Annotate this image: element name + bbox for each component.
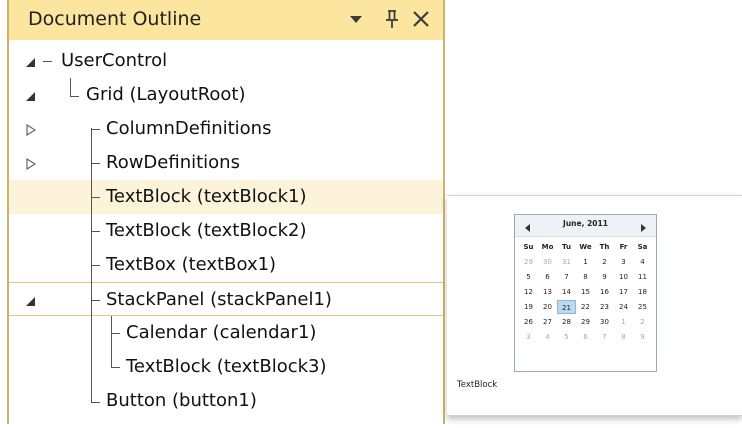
tree-node-label: TextBlock (textBlock3) <box>126 356 327 377</box>
calendar-day[interactable]: 6 <box>576 330 595 344</box>
tree-node-calendar1[interactable]: Calendar (calendar1) <box>9 316 443 350</box>
calendar-day[interactable]: 5 <box>519 270 538 284</box>
day-of-week-label: Fr <box>619 243 628 251</box>
tree-node-textblock1[interactable]: TextBlock (textBlock1) <box>9 180 443 214</box>
tree-node-label: RowDefinitions <box>106 152 240 173</box>
tree-node-button1[interactable]: Button (button1) <box>9 384 443 418</box>
calendar-day[interactable]: 11 <box>633 270 652 284</box>
tree-node-label: Calendar (calendar1) <box>126 322 317 343</box>
calendar-day[interactable]: 16 <box>595 285 614 299</box>
calendar-day[interactable]: 23 <box>595 300 614 314</box>
tree-node-label: TextBlock (textBlock1) <box>106 186 307 207</box>
calendar-day[interactable]: 29 <box>519 255 538 269</box>
day-of-week-label: Sa <box>637 243 648 251</box>
dropdown-arrow-icon[interactable] <box>347 7 365 31</box>
calendar-day[interactable]: 9 <box>633 330 652 344</box>
calendar-day[interactable]: 17 <box>614 285 633 299</box>
calendar-day[interactable]: 12 <box>519 285 538 299</box>
close-icon[interactable] <box>409 7 433 31</box>
calendar-day[interactable]: 6 <box>538 270 557 284</box>
expanded-triangle-icon[interactable] <box>25 88 37 102</box>
calendar-day[interactable]: 28 <box>557 315 576 329</box>
calendar-day[interactable]: 26 <box>519 315 538 329</box>
calendar-day[interactable]: 15 <box>576 285 595 299</box>
day-of-week-label: Tu <box>562 243 571 251</box>
tree-guide-line <box>91 402 100 403</box>
tree-guide-line <box>111 316 112 368</box>
tree-node-label: ColumnDefinitions <box>106 118 272 139</box>
calendar-day[interactable]: 7 <box>595 330 614 344</box>
tree-node-usercontrol[interactable]: UserControl <box>9 44 443 78</box>
calendar-day[interactable]: 30 <box>538 255 557 269</box>
calendar-day[interactable]: 31 <box>557 255 576 269</box>
calendar-control[interactable]: June, 2011 Su Mo Tu We Th Fr Sa 29 30 31 1 2 3 4 5 6 7 8 9… <box>514 214 657 372</box>
day-of-week-label: Mo <box>541 243 554 251</box>
tree-guide-line <box>91 128 92 402</box>
calendar-day[interactable]: 8 <box>576 270 595 284</box>
calendar-day[interactable]: 27 <box>538 315 557 329</box>
calendar-day[interactable]: 1 <box>614 315 633 329</box>
calendar-day[interactable]: 29 <box>576 315 595 329</box>
calendar-day[interactable]: 22 <box>576 300 595 314</box>
textblock-preview: TextBlock <box>457 380 498 390</box>
day-of-week-label: Th <box>599 243 610 251</box>
collapsed-triangle-icon[interactable] <box>25 156 37 171</box>
calendar-day[interactable]: 14 <box>557 285 576 299</box>
calendar-day[interactable]: 2 <box>595 255 614 269</box>
calendar-day[interactable]: 3 <box>519 330 538 344</box>
pin-icon[interactable] <box>383 7 401 31</box>
expanded-triangle-icon[interactable] <box>25 293 37 307</box>
calendar-day[interactable]: 25 <box>633 300 652 314</box>
collapsed-triangle-icon[interactable] <box>25 122 37 137</box>
calendar-day[interactable]: 8 <box>614 330 633 344</box>
calendar-day[interactable]: 20 <box>538 300 557 314</box>
tree-node-textblock3[interactable]: TextBlock (textBlock3) <box>9 350 443 384</box>
calendar-day[interactable]: 18 <box>633 285 652 299</box>
calendar-day[interactable]: 7 <box>557 270 576 284</box>
tree-node-label: Grid (LayoutRoot) <box>86 84 246 105</box>
calendar-day[interactable]: 9 <box>595 270 614 284</box>
calendar-day[interactable]: 3 <box>614 255 633 269</box>
tree-node-textbox1[interactable]: TextBox (textBox1) <box>9 248 443 282</box>
tree-node-label: StackPanel (stackPanel1) <box>106 289 332 310</box>
calendar-day[interactable]: 19 <box>519 300 538 314</box>
design-surface[interactable]: June, 2011 Su Mo Tu We Th Fr Sa 29 30 31 1 2 3 4 5 6 7 8 9… <box>447 195 742 416</box>
document-outline-panel: Document Outline UserControl Grid (Layou… <box>7 0 445 424</box>
calendar-day[interactable]: 5 <box>557 330 576 344</box>
calendar-day[interactable]: 10 <box>614 270 633 284</box>
tree-node-columndefinitions[interactable]: ColumnDefinitions <box>9 112 443 146</box>
tree-node-grid-layoutroot[interactable]: Grid (LayoutRoot) <box>9 78 443 112</box>
day-of-week-label: We <box>579 243 592 251</box>
tree-node-label: TextBox (textBox1) <box>106 254 277 275</box>
tree-node-rowdefinitions[interactable]: RowDefinitions <box>9 146 443 180</box>
calendar-day[interactable]: 4 <box>538 330 557 344</box>
next-month-icon[interactable] <box>638 219 648 232</box>
panel-title: Document Outline <box>28 8 202 30</box>
tree-node-label: Button (button1) <box>106 390 257 411</box>
calendar-day[interactable]: 21 <box>557 300 576 314</box>
expanded-triangle-icon[interactable] <box>25 54 37 68</box>
calendar-month-title: June, 2011 <box>563 219 608 228</box>
calendar-day[interactable]: 4 <box>633 255 652 269</box>
calendar-day[interactable]: 2 <box>633 315 652 329</box>
calendar-day[interactable]: 30 <box>595 315 614 329</box>
calendar-day[interactable]: 13 <box>538 285 557 299</box>
tree-node-label: UserControl <box>61 50 168 71</box>
tree-node-label: TextBlock (textBlock2) <box>106 220 307 241</box>
calendar-header: June, 2011 <box>515 215 656 237</box>
panel-header: Document Outline <box>9 0 443 40</box>
tree-node-textblock2[interactable]: TextBlock (textBlock2) <box>9 214 443 248</box>
tree-node-stackpanel1[interactable]: StackPanel (stackPanel1) <box>9 282 443 316</box>
calendar-day[interactable]: 24 <box>614 300 633 314</box>
calendar-day[interactable]: 1 <box>576 255 595 269</box>
day-of-week-label: Su <box>523 243 534 251</box>
